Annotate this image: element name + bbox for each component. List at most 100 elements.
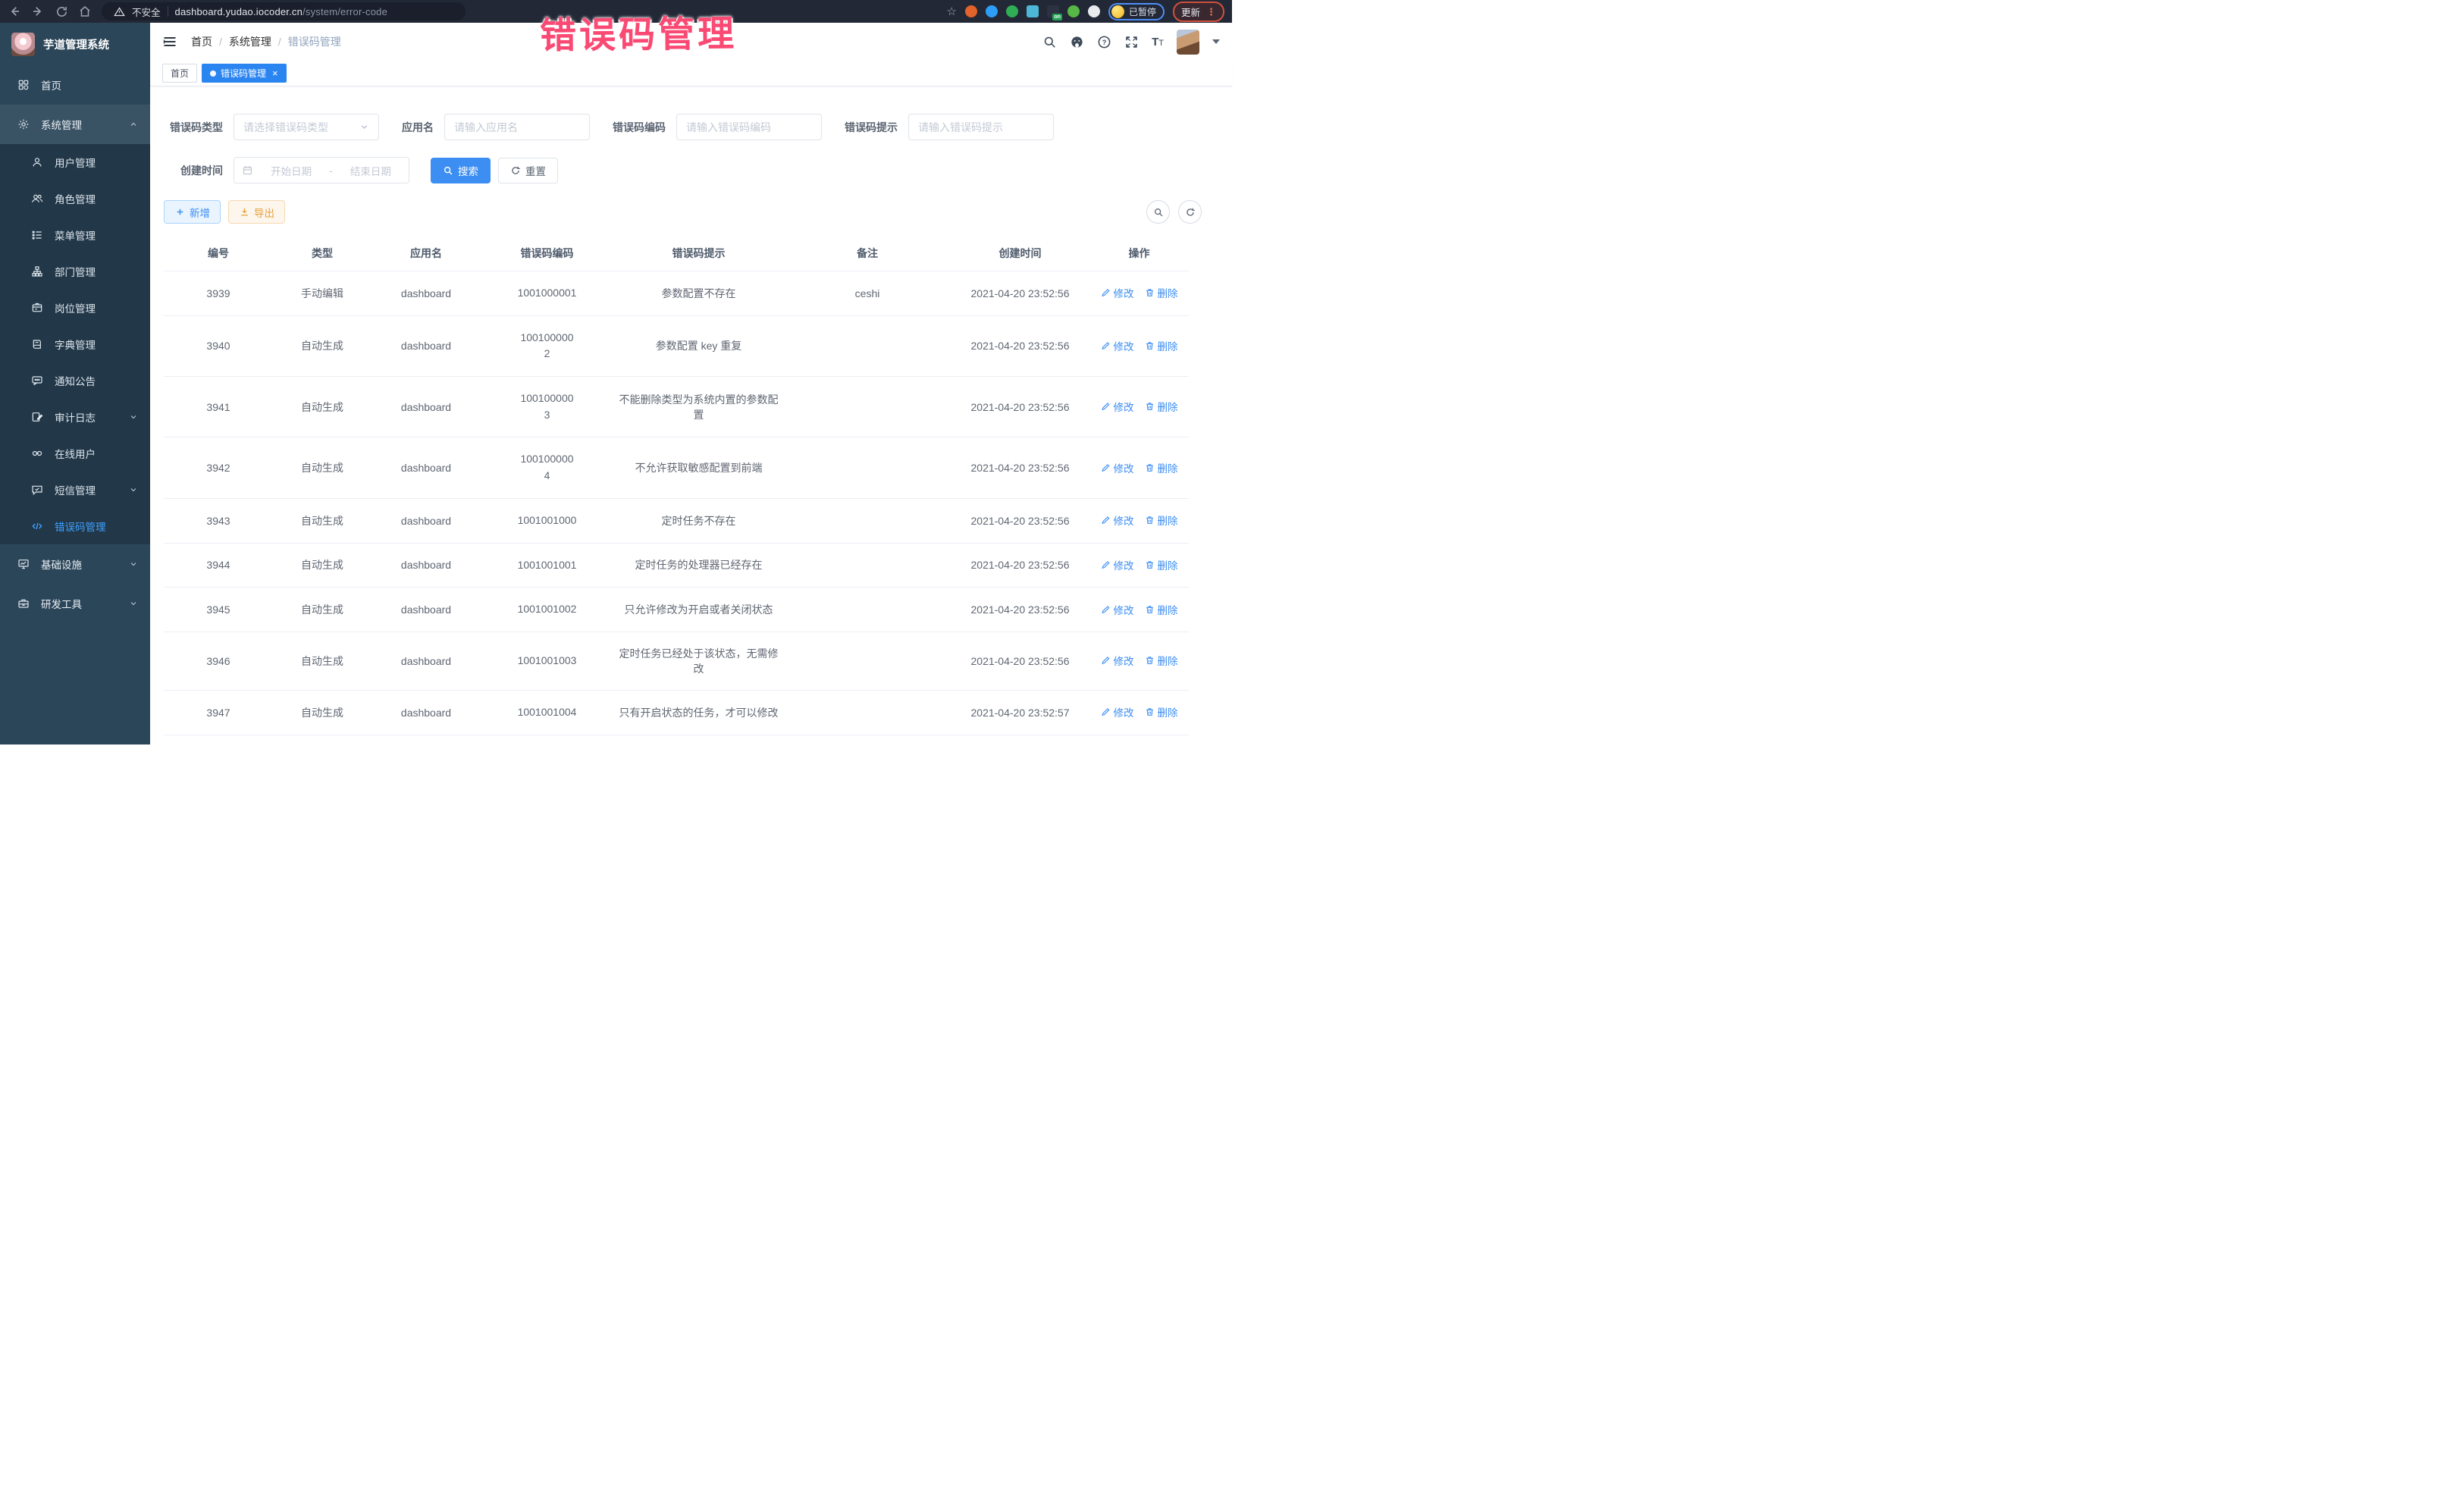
filter-code-label: 错误码编码 [613, 120, 666, 135]
extension-green-v-icon[interactable] [1006, 5, 1018, 17]
app-name-input[interactable] [444, 114, 590, 140]
extension-grid-icon[interactable] [1027, 5, 1039, 17]
delete-button[interactable]: 删除 [1145, 602, 1178, 617]
kebab-menu-icon[interactable]: ⋮ [1206, 7, 1216, 17]
app-logo-row[interactable]: 芋道管理系统 [0, 23, 150, 65]
sidebar-item-user-management[interactable]: 用户管理 [0, 144, 150, 180]
sidebar-item-dict-management[interactable]: 字典管理 [0, 326, 150, 362]
refresh-icon [1185, 207, 1196, 218]
profile-badge[interactable]: 已暂停 [1108, 3, 1165, 20]
cell-id: 3945 [164, 588, 273, 632]
reload-button[interactable] [55, 5, 68, 18]
edit-button[interactable]: 修改 [1101, 602, 1134, 617]
delete-button[interactable]: 删除 [1145, 460, 1178, 475]
edit-button[interactable]: 修改 [1101, 399, 1134, 414]
edit-button[interactable]: 修改 [1101, 653, 1134, 668]
sidebar-item-menu-management[interactable]: 菜单管理 [0, 217, 150, 253]
extension-puzzle-icon[interactable] [1088, 5, 1100, 17]
table-row: 3941自动生成dashboard100100000 3不能删除类型为系统内置的… [164, 377, 1189, 437]
error-type-select[interactable]: 请选择错误码类型 [234, 114, 379, 140]
sidebar-item-system-management[interactable]: 系统管理 [0, 105, 150, 144]
pencil-icon [1101, 402, 1111, 412]
breadcrumb-system[interactable]: 系统管理 [229, 34, 271, 49]
refresh-table-button[interactable] [1178, 200, 1202, 224]
cell-app: dashboard [371, 498, 481, 543]
cell-time: 2021-04-20 23:52:56 [951, 588, 1089, 632]
user-avatar[interactable] [1177, 30, 1199, 55]
cell-remark [784, 498, 951, 543]
toggle-search-button[interactable] [1146, 200, 1170, 224]
delete-button[interactable]: 删除 [1145, 399, 1178, 414]
delete-button[interactable]: 删除 [1145, 285, 1178, 300]
security-badge[interactable]: 不安全 [132, 5, 161, 19]
pencil-icon [1101, 656, 1111, 666]
pencil-icon [1101, 340, 1111, 350]
help-icon[interactable]: ? [1097, 35, 1111, 49]
pencil-icon [1101, 462, 1111, 472]
header-search-icon[interactable] [1042, 35, 1057, 49]
edit-button[interactable]: 修改 [1101, 460, 1134, 475]
user-icon [30, 156, 43, 169]
sidebar-item-dev-tools[interactable]: 研发工具 [0, 584, 150, 623]
address-bar[interactable]: 不安全 dashboard.yudao.iocoder.cn/system/er… [102, 2, 466, 20]
edit-button[interactable]: 修改 [1101, 557, 1134, 572]
edit-button[interactable]: 修改 [1101, 513, 1134, 528]
caret-down-icon[interactable] [1212, 39, 1220, 44]
date-range-picker[interactable]: 开始日期 - 结束日期 [234, 157, 409, 183]
cell-code: 1001001005 [481, 735, 613, 744]
extension-dark-on-icon[interactable]: on [1047, 5, 1059, 17]
back-button[interactable] [8, 5, 21, 18]
sidebar-item-infrastructure[interactable]: 基础设施 [0, 544, 150, 584]
cell-id: 3946 [164, 632, 273, 690]
home-button[interactable] [78, 5, 92, 18]
bookmark-star-icon[interactable]: ☆ [947, 5, 957, 18]
sidebar-item-notice-announcement[interactable]: 通知公告 [0, 362, 150, 399]
error-code-table: 编号类型应用名错误码编码错误码提示备注创建时间操作 3939手动编辑dashbo… [164, 236, 1189, 744]
extension-gem-icon[interactable] [986, 5, 998, 17]
cell-time: 2021-04-20 23:52:56 [951, 437, 1089, 498]
extension-key-icon[interactable] [1067, 5, 1080, 17]
sidebar-item-dept-management[interactable]: 部门管理 [0, 253, 150, 290]
cell-operations: 修改删除 [1089, 498, 1189, 543]
reset-button[interactable]: 重置 [498, 158, 558, 183]
pencil-icon [1101, 707, 1111, 717]
extension-orange-icon[interactable] [965, 5, 977, 17]
export-button[interactable]: 导出 [228, 200, 285, 224]
edit-button[interactable]: 修改 [1101, 338, 1134, 353]
search-button[interactable]: 搜索 [431, 158, 491, 183]
hamburger-icon[interactable] [162, 34, 177, 49]
delete-button[interactable]: 删除 [1145, 513, 1178, 528]
sidebar-item-role-management[interactable]: 角色管理 [0, 180, 150, 217]
cell-operations: 修改删除 [1089, 437, 1189, 498]
sidebar-item-sms-management[interactable]: 短信管理 [0, 472, 150, 508]
close-icon[interactable]: × [272, 68, 278, 78]
breadcrumb-home[interactable]: 首页 [191, 34, 212, 49]
edit-button[interactable]: 修改 [1101, 704, 1134, 719]
update-button[interactable]: 更新 ⋮ [1173, 2, 1224, 22]
tag-home[interactable]: 首页 [162, 64, 197, 83]
add-button[interactable]: 新增 [164, 200, 221, 224]
sidebar-item-home[interactable]: 首页 [0, 65, 150, 105]
refresh-icon [510, 165, 521, 176]
delete-button[interactable]: 删除 [1145, 653, 1178, 668]
sidebar-item-audit-log[interactable]: 审计日志 [0, 399, 150, 435]
tag-error-code[interactable]: 错误码管理 × [202, 64, 287, 83]
sidebar-item-online-users[interactable]: 在线用户 [0, 435, 150, 472]
delete-button[interactable]: 删除 [1145, 338, 1178, 353]
cell-type: 手动编辑 [273, 271, 371, 316]
error-code-input[interactable] [676, 114, 822, 140]
dashboard-icon [17, 79, 30, 92]
delete-button[interactable]: 删除 [1145, 557, 1178, 572]
sidebar-item-post-management[interactable]: 岗位管理 [0, 290, 150, 326]
error-hint-input[interactable] [908, 114, 1054, 140]
forward-button[interactable] [31, 5, 45, 18]
sidebar-item-error-code-management[interactable]: 错误码管理 [0, 508, 150, 544]
delete-button[interactable]: 删除 [1145, 704, 1178, 719]
plus-icon [174, 207, 185, 218]
fullscreen-icon[interactable] [1124, 35, 1139, 49]
edit-button[interactable]: 修改 [1101, 285, 1134, 300]
cell-code: 1001001000 [481, 498, 613, 543]
cell-id: 3948 [164, 735, 273, 744]
github-icon[interactable] [1070, 35, 1084, 49]
font-size-icon[interactable]: TT [1152, 36, 1164, 49]
